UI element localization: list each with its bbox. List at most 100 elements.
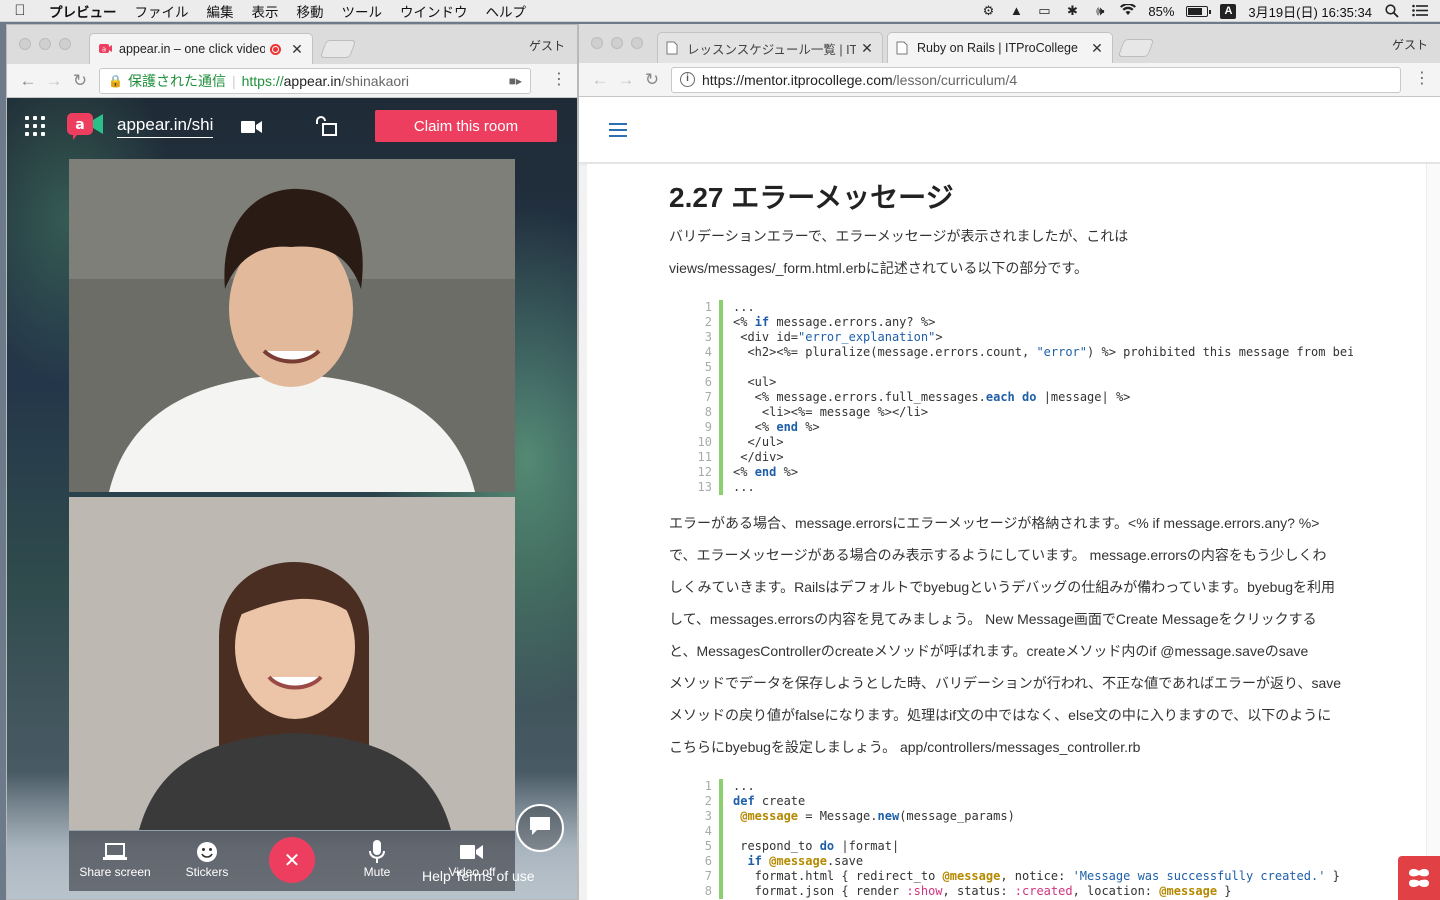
site-info-icon[interactable]: i: [680, 72, 695, 87]
body-line: こちらにbyebugを設定しましょう。 app/controllers/mess…: [669, 739, 1141, 755]
apps-grid-icon[interactable]: [25, 116, 45, 136]
menu-tools[interactable]: ツール: [333, 1, 392, 21]
reload-icon[interactable]: ↻: [67, 71, 93, 91]
video-camera-icon[interactable]: [241, 120, 263, 139]
code-gutter-bar: [719, 330, 723, 345]
line-number: 3: [704, 330, 712, 344]
volume-icon[interactable]: 🕪: [1092, 4, 1108, 18]
lesson-title: 2.27 エラーメッセージ: [669, 182, 954, 213]
intro-paragraph: バリデーションエラーで、エラーメッセージが表示されましたが、これは views/…: [669, 220, 1359, 284]
code-line: 1...: [693, 779, 1353, 794]
minimize-window-button[interactable]: [39, 38, 51, 50]
menu-view[interactable]: 表示: [243, 1, 288, 21]
menubar:  プレビュー ファイル 編集 表示 移動 ツール ウインドウ ヘルプ ⚙ ▲ …: [0, 0, 1440, 22]
battery-percent: 85%: [1148, 3, 1175, 19]
browser-menu-icon[interactable]: ⋮: [551, 72, 567, 88]
room-lock-icon[interactable]: [315, 116, 337, 141]
url-scheme: https://: [241, 72, 284, 89]
code-text: <% message.errors.full_messages.each do …: [733, 390, 1131, 404]
menu-go[interactable]: 移動: [288, 1, 333, 21]
back-arrow-icon[interactable]: ←: [587, 70, 613, 90]
back-arrow-icon[interactable]: ←: [15, 71, 41, 91]
browser-menu-icon[interactable]: ⋮: [1414, 71, 1430, 87]
code-gutter-bar: [719, 465, 723, 480]
app-badge-icon[interactable]: [1398, 856, 1440, 900]
close-tab-icon[interactable]: ✕: [290, 41, 304, 58]
hamburger-menu-icon[interactable]: [609, 123, 627, 137]
new-tab-button[interactable]: [1117, 39, 1155, 57]
chat-button[interactable]: [516, 804, 564, 852]
new-tab-button[interactable]: [319, 40, 357, 58]
menubar-clock[interactable]: 3月19日(日) 16:35:34: [1248, 2, 1372, 21]
guest-profile-label[interactable]: ゲスト: [1392, 36, 1428, 53]
close-tab-icon[interactable]: ✕: [1090, 40, 1104, 57]
menu-app-name[interactable]: プレビュー: [40, 1, 126, 21]
close-window-button[interactable]: [591, 37, 603, 49]
code-line: 10 </ul>: [693, 435, 1353, 450]
code-text: if @message.save: [747, 854, 864, 868]
page-scrollbar[interactable]: [1426, 164, 1440, 900]
guest-profile-label[interactable]: ゲスト: [529, 37, 565, 54]
code-gutter-bar: [719, 405, 723, 420]
tab-appear-in[interactable]: a appear.in – one click video ✕: [89, 33, 313, 64]
code-text: ...: [733, 779, 755, 793]
recording-indicator-icon: [270, 43, 281, 55]
window-controls: [19, 38, 71, 50]
code-gutter-bar: [719, 884, 723, 899]
wifi-icon[interactable]: [1120, 3, 1137, 18]
tab-title: レッスンスケジュール一覧 | ITP: [687, 42, 856, 57]
address-bar[interactable]: 🔒 保護された通信 | https:// appear.in /shinakao…: [99, 67, 531, 94]
notification-center-icon[interactable]: [1412, 4, 1428, 18]
close-window-button[interactable]: [19, 38, 31, 50]
code-gutter-bar: [719, 779, 723, 794]
forward-arrow-icon[interactable]: →: [613, 70, 639, 90]
menu-file[interactable]: ファイル: [126, 1, 198, 21]
battery-icon[interactable]: [1186, 5, 1212, 17]
code-gutter-bar: [719, 839, 723, 854]
input-source-icon[interactable]: A: [1220, 3, 1237, 19]
airplay-icon[interactable]: ▭: [1036, 4, 1052, 18]
code-block-form: 1... 2 <% if message.errors.any? %> 3 <div …: [693, 300, 1353, 495]
help-link[interactable]: Help: [422, 868, 451, 884]
smiley-icon: [177, 839, 237, 865]
address-bar[interactable]: i https://mentor.itprocollege.com /lesso…: [671, 66, 1401, 93]
code-gutter-bar: [719, 854, 723, 869]
minimize-window-button[interactable]: [611, 37, 623, 49]
stickers-label: Stickers: [185, 865, 229, 879]
menu-edit[interactable]: 編集: [198, 1, 243, 21]
share-screen-button[interactable]: Share screen: [79, 839, 151, 879]
reload-icon[interactable]: ↻: [639, 70, 665, 90]
terms-of-use-link[interactable]: Terms of use: [454, 868, 534, 884]
code-gutter-bar: [719, 480, 723, 495]
code-line: 1...: [693, 300, 1353, 315]
code-gutter-bar: [719, 450, 723, 465]
bluetooth-icon[interactable]: ✱: [1064, 4, 1080, 18]
evernote-icon[interactable]: ⚙: [980, 4, 996, 18]
chat-bubble-icon: [529, 816, 551, 841]
appear-in-logo[interactable]: a: [67, 110, 103, 140]
code-line: 13...: [693, 480, 1353, 495]
code-text: def create: [733, 794, 806, 808]
claim-room-button[interactable]: Claim this room: [375, 110, 557, 142]
line-number: 6: [704, 854, 712, 868]
tab-lesson-schedule[interactable]: レッスンスケジュール一覧 | ITP ✕: [657, 32, 883, 63]
spotlight-search-icon[interactable]: [1384, 4, 1400, 18]
apple-menu-icon[interactable]: : [0, 2, 40, 19]
google-drive-icon[interactable]: ▲: [1008, 4, 1024, 18]
forward-arrow-icon[interactable]: →: [41, 71, 67, 91]
code-gutter-bar: [719, 824, 723, 839]
tab-ruby-on-rails[interactable]: Ruby on Rails | ITProCollege ✕: [887, 32, 1113, 63]
close-tab-icon[interactable]: ✕: [860, 40, 874, 57]
menu-window[interactable]: ウインドウ: [391, 1, 477, 21]
zoom-window-button[interactable]: [631, 37, 643, 49]
room-name[interactable]: appear.in/shinakaori: [117, 115, 213, 138]
camera-permission-icon[interactable]: ■▸: [509, 74, 522, 88]
line-number: 4: [704, 345, 712, 359]
menu-help[interactable]: ヘルプ: [477, 1, 536, 21]
code-line: 7 <% message.errors.full_messages.each d…: [693, 390, 1353, 405]
zoom-window-button[interactable]: [59, 38, 71, 50]
stickers-button[interactable]: Stickers: [177, 839, 237, 879]
hang-up-button[interactable]: ✕: [269, 837, 315, 883]
line-number: 8: [704, 884, 712, 898]
mute-button[interactable]: Mute: [357, 839, 397, 879]
